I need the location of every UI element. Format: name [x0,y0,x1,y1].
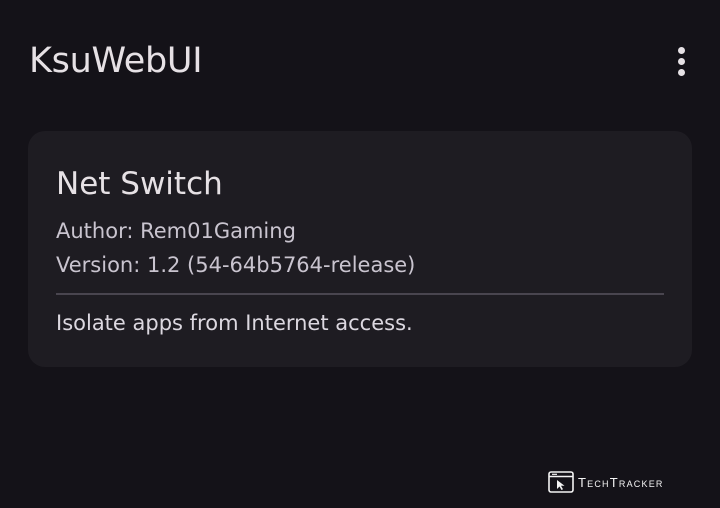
module-card[interactable]: Net Switch Author: Rem01Gaming Version: … [28,131,692,367]
module-version: Version: 1.2 (54-64b5764-release) [56,253,416,277]
more-vert-icon-dot [677,57,685,65]
techtracker-watermark: TechTracker [548,470,664,494]
card-divider [56,293,664,295]
module-author: Author: Rem01Gaming [56,219,296,243]
module-description: Isolate apps from Internet access. [56,311,413,335]
app-title: KsuWebUI [29,41,203,81]
more-options-button[interactable] [660,40,702,82]
browser-cursor-icon [548,471,574,493]
module-name: Net Switch [56,166,223,202]
watermark-text: TechTracker [578,474,664,490]
more-vert-icon-dot [677,68,685,76]
more-vert-icon [677,46,685,54]
